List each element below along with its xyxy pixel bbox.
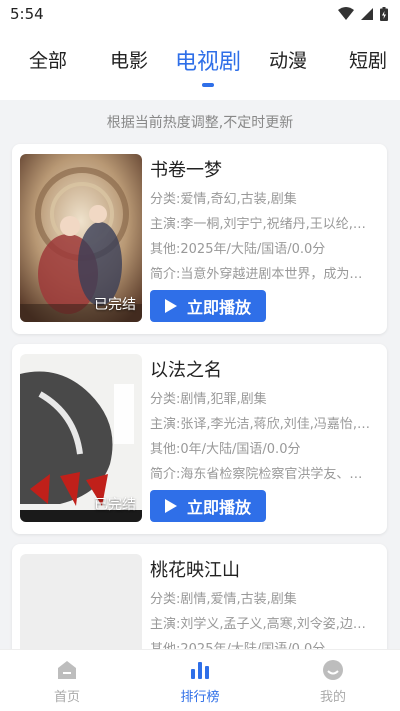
- nav-ranking-label: 排行榜: [180, 690, 220, 705]
- play-button[interactable]: 立即播放: [150, 490, 266, 522]
- ranking-hint: 根据当前热度调整,不定时更新: [106, 115, 294, 131]
- status-badge: 已完结: [94, 497, 136, 513]
- signal-icon: [361, 8, 373, 20]
- tab-tv-series[interactable]: 电视剧: [175, 44, 241, 76]
- item-cast: 主演:张译,李光洁,蒋欣,刘佳,冯嘉怡,…: [150, 417, 371, 432]
- home-icon: [58, 661, 76, 679]
- tab-all[interactable]: 全部: [29, 46, 67, 73]
- list-item[interactable]: 已完结 以法之名 分类:剧情,犯罪,剧集 主演:张译,李光洁,蒋欣,刘佳,冯嘉怡…: [12, 344, 387, 534]
- item-cast: 主演:刘学义,孟子义,高寒,刘令姿,边…: [150, 617, 366, 632]
- tab-anime[interactable]: 动漫: [269, 46, 307, 73]
- bottom-nav: 首页 排行榜 我的: [0, 649, 400, 711]
- nav-home-label: 首页: [53, 690, 80, 705]
- status-badge: 已完结: [94, 297, 136, 313]
- bar-chart-icon: [191, 662, 209, 679]
- play-button-label: 立即播放: [186, 498, 251, 517]
- item-info: 以法之名 分类:剧情,犯罪,剧集 主演:张译,李光洁,蒋欣,刘佳,冯嘉怡,… 其…: [150, 356, 380, 486]
- play-icon: [164, 299, 177, 313]
- nav-profile-label: 我的: [319, 690, 346, 705]
- status-bar: 5:54: [0, 0, 400, 28]
- play-icon: [164, 499, 177, 513]
- wifi-icon: [338, 7, 354, 20]
- play-button-label: 立即播放: [186, 298, 251, 317]
- tab-indicator: [202, 83, 214, 87]
- smile-icon: [323, 660, 343, 680]
- poster-image[interactable]: 已完结: [20, 354, 142, 522]
- tab-short-drama[interactable]: 短剧: [349, 46, 387, 73]
- item-other: 其他:0年/大陆/国语/0.0分: [150, 442, 301, 457]
- status-icons: [338, 7, 388, 21]
- nav-profile[interactable]: 我的: [293, 658, 373, 705]
- list-item[interactable]: 已完结 书卷一梦 分类:爱情,奇幻,古装,剧集 主演:李一桐,刘宇宁,祝绪丹,王…: [12, 144, 387, 334]
- item-intro: 简介:当意外穿越进剧本世界，成为…: [150, 267, 363, 282]
- tab-movie[interactable]: 电影: [110, 46, 148, 73]
- category-tabs: 全部 电影 电视剧 动漫 短剧: [0, 28, 400, 100]
- item-title: 桃花映江山: [150, 560, 240, 581]
- item-title: 书卷一梦: [150, 160, 222, 181]
- play-button[interactable]: 立即播放: [150, 290, 266, 322]
- battery-icon: [380, 7, 388, 21]
- item-info: 书卷一梦 分类:爱情,奇幻,古装,剧集 主演:李一桐,刘宇宁,祝绪丹,王以纶,……: [150, 156, 380, 286]
- item-other: 其他:2025年/大陆/国语/0.0分: [150, 242, 326, 257]
- item-category: 分类:爱情,奇幻,古装,剧集: [150, 192, 297, 207]
- item-title: 以法之名: [150, 360, 222, 381]
- poster-image[interactable]: 已完结: [20, 154, 142, 322]
- status-time: 5:54: [10, 5, 44, 23]
- item-category: 分类:剧情,犯罪,剧集: [150, 392, 267, 407]
- nav-home[interactable]: 首页: [27, 658, 107, 705]
- item-category: 分类:剧情,爱情,古装,剧集: [150, 592, 297, 607]
- item-info: 桃花映江山 分类:剧情,爱情,古装,剧集 主演:刘学义,孟子义,高寒,刘令姿,边…: [150, 556, 380, 661]
- nav-ranking[interactable]: 排行榜: [160, 658, 240, 705]
- item-intro: 简介:海东省检察院检察官洪学友、…: [150, 467, 363, 482]
- item-cast: 主演:李一桐,刘宇宁,祝绪丹,王以纶,…: [150, 217, 366, 232]
